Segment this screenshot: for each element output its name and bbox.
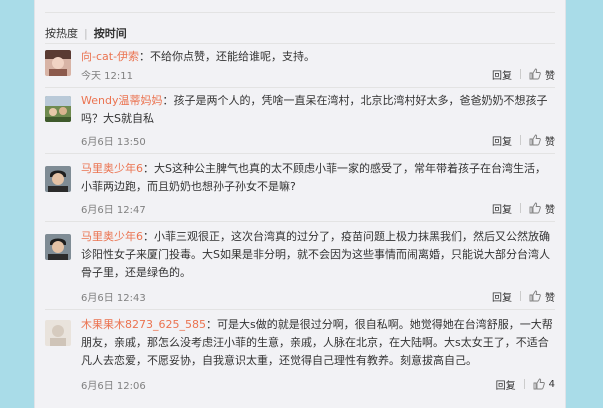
like-button[interactable]: 赞 (529, 201, 555, 216)
reply-button[interactable]: 回复 (496, 377, 516, 392)
comment-actions: 回复 赞 (492, 289, 555, 304)
comment-username[interactable]: 向-cat-伊索 (81, 50, 139, 63)
like-button[interactable]: 赞 (529, 133, 555, 148)
thumbs-up-icon (529, 202, 541, 214)
divider (45, 43, 555, 44)
comment-text: 大S这种公主脾气也真的太不顾虑小菲一家的感受了，常年带着孩子在台湾生活，小菲两边… (81, 162, 546, 193)
divider (520, 291, 521, 301)
like-label: 赞 (545, 70, 555, 82)
comments-panel: 按热度 | 按时间 向-cat-伊索：不给你点赞，还能给谁呢，支持。 今天 12… (34, 0, 566, 408)
like-label: 赞 (545, 136, 555, 148)
thumbs-up-icon (529, 134, 541, 146)
comment-item: 木果果木8273_625_585：可是大s做的就是很过分啊，很自私啊。她觉得她在… (45, 318, 555, 398)
comment-meta: 6月6日 12:06 回复 4 (81, 377, 555, 392)
divider (520, 69, 521, 79)
like-label: 赞 (545, 292, 555, 304)
like-button[interactable]: 赞 (529, 289, 555, 304)
comment-time: 6月6日 12:43 (81, 292, 146, 304)
comment-meta: 6月6日 13:50 回复 赞 (81, 133, 555, 148)
comment-actions: 回复 赞 (492, 67, 555, 82)
reply-button[interactable]: 回复 (492, 201, 512, 216)
comment-time: 6月6日 13:50 (81, 136, 146, 148)
comment-body: Wendy温蒂妈妈：孩子是两个人的，凭啥一直呆在湾村，北京比湾村好太多，爸爸奶奶… (81, 94, 548, 125)
divider (520, 203, 521, 213)
divider (523, 379, 525, 389)
comment-meta: 6月6日 12:43 回复 赞 (81, 289, 555, 304)
avatar[interactable] (45, 96, 71, 122)
avatar[interactable] (45, 50, 71, 76)
like-button[interactable]: 4 (533, 378, 555, 390)
like-button[interactable]: 赞 (529, 67, 555, 82)
thumbs-up-icon (529, 290, 541, 302)
comment-meta: 6月6日 12:47 回复 赞 (81, 201, 555, 216)
sort-by-time[interactable]: 按时间 (94, 25, 127, 41)
reply-button[interactable]: 回复 (492, 289, 512, 304)
reply-button[interactable]: 回复 (492, 67, 512, 82)
comment-item: Wendy温蒂妈妈：孩子是两个人的，凭啥一直呆在湾村，北京比湾村好太多，爸爸奶奶… (45, 94, 555, 154)
comment-meta: 今天 12:11 回复 赞 (81, 67, 555, 82)
comment-body: 木果果木8273_625_585：可是大s做的就是很过分啊，很自私啊。她觉得她在… (81, 318, 553, 367)
sort-separator: | (84, 26, 88, 40)
comment-username[interactable]: 马里奥少年6 (81, 162, 143, 175)
comment-time: 6月6日 12:06 (81, 380, 146, 392)
avatar[interactable] (45, 320, 71, 346)
like-count: 4 (548, 378, 555, 390)
reply-button[interactable]: 回复 (492, 133, 512, 148)
comment-actions: 回复 4 (496, 377, 555, 392)
comment-body: 向-cat-伊索：不给你点赞，还能给谁呢，支持。 (81, 50, 316, 63)
avatar[interactable] (45, 234, 71, 260)
comment-item: 马里奥少年6：小菲三观很正，这次台湾真的过分了，疫苗问题上极力抹黑我们，然后又公… (45, 230, 555, 310)
like-label: 赞 (545, 204, 555, 216)
comment-username[interactable]: 马里奥少年6 (81, 230, 143, 243)
comment-time: 6月6日 12:47 (81, 204, 146, 216)
divider (45, 12, 555, 13)
comment-time: 今天 12:11 (81, 70, 133, 82)
sort-bar: 按热度 | 按时间 (45, 25, 127, 41)
thumbs-up-icon (529, 68, 541, 80)
comment-body: 马里奥少年6：大S这种公主脾气也真的太不顾虑小菲一家的感受了，常年带着孩子在台湾… (81, 162, 546, 193)
sort-by-hot[interactable]: 按热度 (45, 25, 78, 41)
comment-username[interactable]: 木果果木8273_625_585 (81, 318, 206, 331)
comment-text: 小菲三观很正，这次台湾真的过分了，疫苗问题上极力抹黑我们，然后又公然放确诊阳性女… (81, 230, 550, 279)
comment-actions: 回复 赞 (492, 133, 555, 148)
divider (520, 135, 521, 145)
comment-actions: 回复 赞 (492, 201, 555, 216)
comment-text: 不给你点赞，还能给谁呢，支持。 (150, 50, 316, 63)
comment-item: 向-cat-伊索：不给你点赞，还能给谁呢，支持。 今天 12:11 回复 赞 (45, 50, 555, 88)
avatar[interactable] (45, 166, 71, 192)
comment-body: 马里奥少年6：小菲三观很正，这次台湾真的过分了，疫苗问题上极力抹黑我们，然后又公… (81, 230, 550, 279)
comment-username[interactable]: Wendy温蒂妈妈 (81, 94, 162, 107)
thumbs-up-icon (533, 378, 545, 390)
comment-item: 马里奥少年6：大S这种公主脾气也真的太不顾虑小菲一家的感受了，常年带着孩子在台湾… (45, 162, 555, 222)
